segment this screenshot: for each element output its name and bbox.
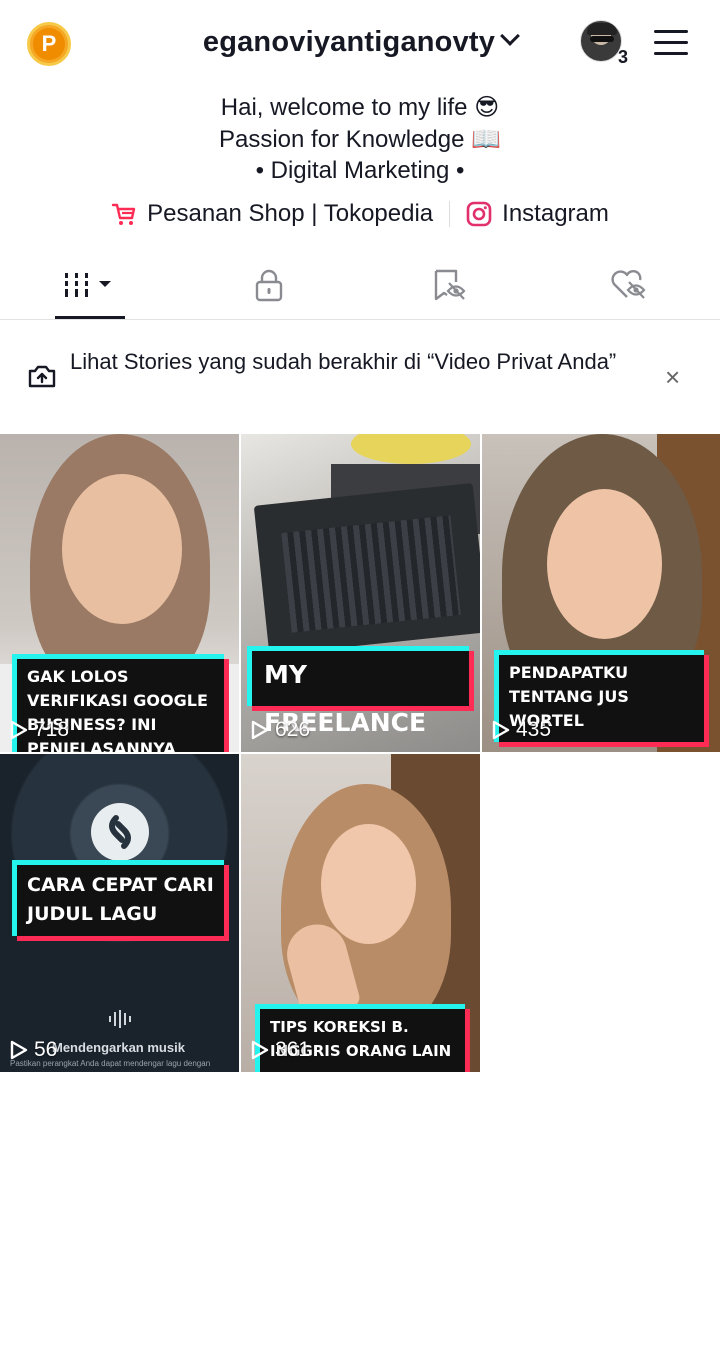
avatar [580, 20, 622, 62]
lock-icon [255, 269, 283, 302]
hamburger-menu-icon[interactable] [654, 30, 688, 56]
shop-link[interactable]: Pesanan Shop | Tokopedia [111, 200, 433, 228]
view-count-text: 361 [275, 1038, 311, 1061]
video-caption: MY FREELANCE [247, 646, 469, 737]
chevron-down-icon [500, 26, 521, 46]
bookmark-eye-off-icon [434, 269, 466, 301]
active-tab-indicator [55, 316, 125, 319]
video-caption: CARA CEPAT CARI JUDUL LAGU [12, 860, 224, 936]
play-icon [251, 1040, 269, 1060]
view-count: 626 [251, 718, 310, 742]
view-count: 435 [492, 718, 551, 742]
bio-line: • Digital Marketing • [255, 157, 465, 184]
bio-line: Hai, welcome to my life 😎 [220, 94, 500, 121]
stories-banner[interactable]: Lihat Stories yang sudah berakhir di “Vi… [0, 338, 720, 418]
shazam-logo-icon [91, 803, 149, 861]
avatar-badge-count: 3 [617, 47, 628, 67]
profile-header: P eganoviyantiganovty 3 [0, 0, 720, 88]
profile-links: Pesanan Shop | Tokopedia Instagram [0, 200, 720, 228]
heart-eye-off-icon [611, 269, 646, 299]
view-count: 361 [251, 1038, 310, 1062]
instagram-link[interactable]: Instagram [466, 200, 609, 228]
close-icon[interactable]: × [665, 362, 680, 393]
profile-bio: Hai, welcome to my life 😎 Passion for Kn… [0, 92, 720, 187]
grid-bars-icon [65, 273, 111, 297]
play-icon [10, 720, 28, 740]
view-count-text: 435 [516, 718, 552, 741]
overlay-text: Mendengarkan musik [52, 1040, 185, 1055]
tab-videos[interactable] [55, 265, 125, 305]
username-text: eganoviyantiganovty [202, 26, 496, 58]
view-count: 56 [10, 1038, 57, 1062]
video-tile[interactable]: TIPS KOREKSI B. INGGRIS ORANG LAIN 361 [241, 754, 480, 1072]
video-tile[interactable]: GAK LOLOS VERIFIKASI GOOGLE BUSINESS? IN… [0, 434, 239, 752]
video-tile[interactable]: Mendengarkan musik Pastikan perangkat An… [0, 754, 239, 1072]
instagram-link-label: Instagram [502, 200, 609, 227]
link-divider [449, 201, 451, 227]
instagram-icon [466, 201, 492, 227]
tab-liked[interactable] [594, 265, 664, 305]
stories-camera-icon [28, 365, 56, 388]
video-tile[interactable]: PENDAPATKU TENTANG JUS WORTEL 435 [482, 434, 720, 752]
view-count-text: 56 [34, 1038, 58, 1061]
tab-reposts[interactable] [415, 265, 485, 305]
stories-banner-text: Lihat Stories yang sudah berakhir di “Vi… [70, 349, 617, 374]
view-count-text: 718 [34, 718, 70, 741]
audio-wave-icon [109, 1010, 131, 1028]
view-count: 718 [10, 718, 69, 742]
play-icon [492, 720, 510, 740]
play-icon [251, 720, 269, 740]
play-icon [10, 1040, 28, 1060]
bio-line: Passion for Knowledge 📖 [218, 125, 502, 153]
view-count-text: 626 [275, 718, 311, 741]
video-tile[interactable]: MY FREELANCE 626 [241, 434, 480, 752]
profile-tabs [0, 250, 720, 320]
account-avatar-button[interactable]: 3 [580, 20, 628, 68]
shopping-cart-icon [111, 203, 136, 225]
tab-private[interactable] [234, 265, 304, 305]
shop-link-label: Pesanan Shop | Tokopedia [147, 200, 434, 227]
